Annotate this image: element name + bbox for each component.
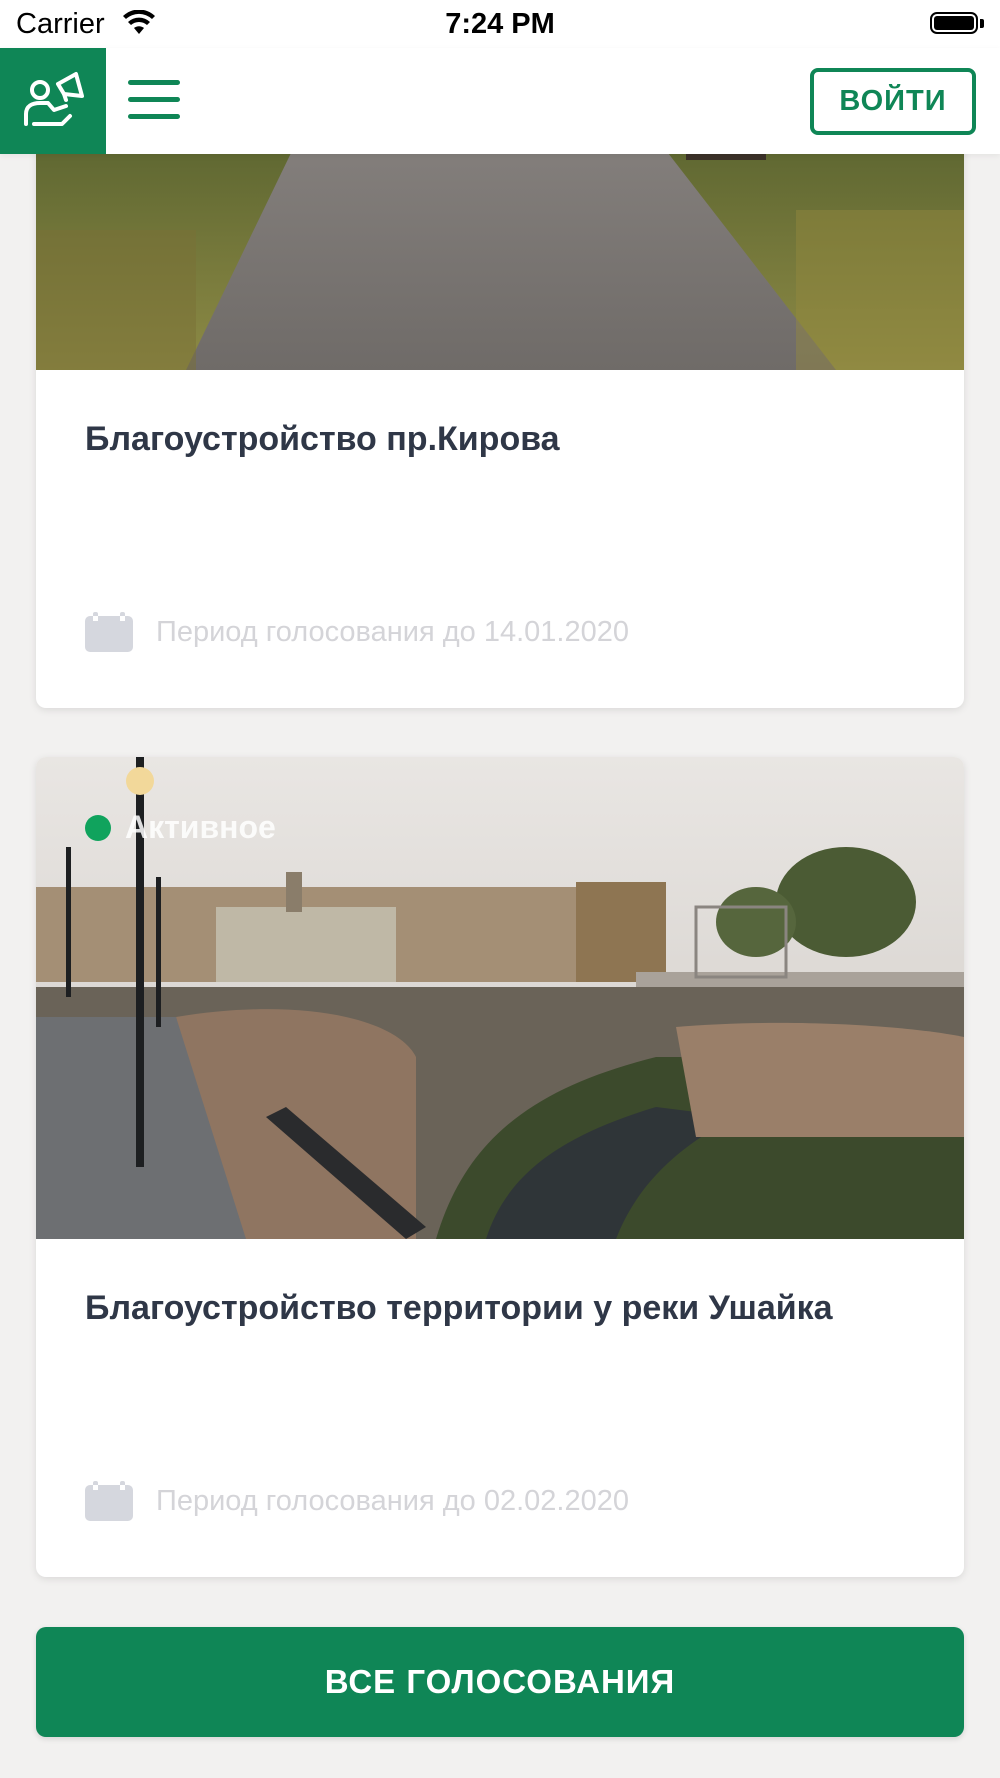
active-status-dot [85, 814, 111, 841]
voting-period: Период голосования до 02.02.2020 [85, 1481, 629, 1521]
clock: 7:24 PM [445, 8, 555, 40]
megaphone-people-icon [24, 72, 84, 126]
voting-period-text: Период голосования до 02.02.2020 [156, 1484, 629, 1517]
calendar-icon [85, 1481, 133, 1521]
app-header: ВОЙТИ [0, 48, 1000, 154]
voting-period: Период голосования до 14.01.2020 [85, 612, 629, 652]
hamburger-menu-icon[interactable] [128, 76, 180, 122]
card-title: Благоустройство территории у реки Ушайка [85, 1289, 833, 1327]
app-logo[interactable] [0, 48, 106, 154]
calendar-icon [85, 612, 133, 652]
voting-period-text: Период голосования до 14.01.2020 [156, 615, 629, 648]
battery-icon [930, 12, 984, 36]
login-button[interactable]: ВОЙТИ [810, 68, 976, 135]
all-votes-button[interactable]: ВСЕ ГОЛОСОВАНИЯ [36, 1627, 964, 1737]
voting-card[interactable]: Благоустройство пр.Кирова Период голосов… [36, 60, 964, 708]
status-badge: Активное [85, 809, 276, 846]
voting-card[interactable]: Активное Благоустройство территории у ре… [36, 757, 964, 1577]
status-badge-label: Активное [125, 809, 276, 845]
status-bar: Carrier 7:24 PM [0, 0, 1000, 48]
card-title: Благоустройство пр.Кирова [85, 420, 560, 458]
